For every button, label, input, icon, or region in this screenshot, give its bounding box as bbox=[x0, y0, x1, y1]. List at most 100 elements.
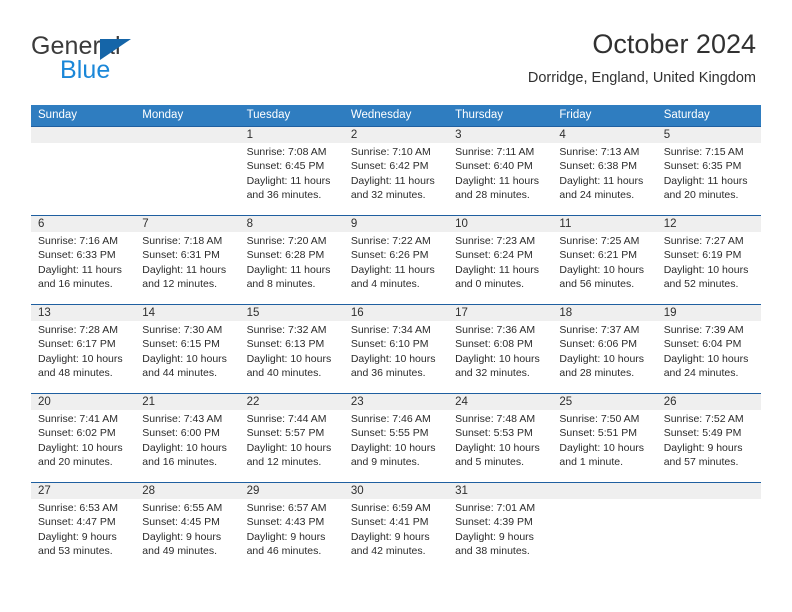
daylight-text-line1: Daylight: 10 hours bbox=[559, 263, 645, 276]
sunrise-text: Sunrise: 7:44 AM bbox=[246, 413, 327, 425]
day-cell[interactable]: 2 Sunrise: 7:10 AM Sunset: 6:42 PM Dayli… bbox=[344, 127, 448, 215]
daylight-text-line2: and 52 minutes. bbox=[663, 277, 739, 290]
page-title: October 2024 bbox=[592, 29, 756, 59]
day-cell[interactable]: 8 Sunrise: 7:20 AM Sunset: 6:28 PM Dayli… bbox=[240, 216, 344, 304]
day-cell[interactable]: 20 Sunrise: 7:41 AM Sunset: 6:02 PM Dayl… bbox=[31, 394, 135, 482]
sunset-text: Sunset: 5:55 PM bbox=[350, 427, 429, 440]
daylight-text-line2: and 53 minutes. bbox=[38, 544, 113, 557]
sunset-text: Sunset: 4:41 PM bbox=[350, 516, 429, 529]
daylight-text-line2: and 12 minutes. bbox=[142, 277, 217, 290]
day-number: 23 bbox=[350, 396, 364, 408]
day-cell[interactable]: 4 Sunrise: 7:13 AM Sunset: 6:38 PM Dayli… bbox=[552, 127, 656, 215]
daylight-text-line2: and 32 minutes. bbox=[350, 188, 426, 201]
sunrise-text: Sunrise: 7:36 AM bbox=[455, 324, 536, 336]
day-number: 22 bbox=[246, 396, 260, 408]
page-header: General Blue October 2024 Dorridge, Engl… bbox=[0, 0, 792, 100]
day-cell[interactable]: 11 Sunrise: 7:25 AM Sunset: 6:21 PM Dayl… bbox=[552, 216, 656, 304]
daylight-text-line2: and 57 minutes. bbox=[663, 455, 739, 468]
sunset-text: Sunset: 5:49 PM bbox=[663, 427, 742, 440]
daylight-text-line2: and 9 minutes. bbox=[350, 455, 420, 468]
day-number: 3 bbox=[455, 129, 462, 141]
day-cell[interactable]: 6 Sunrise: 7:16 AM Sunset: 6:33 PM Dayli… bbox=[31, 216, 135, 304]
day-info: Sunrise: 7:48 AM Sunset: 5:53 PM Dayligh… bbox=[455, 412, 552, 469]
day-cell[interactable]: 19 Sunrise: 7:39 AM Sunset: 6:04 PM Dayl… bbox=[657, 305, 761, 393]
day-cell[interactable]: 14 Sunrise: 7:30 AM Sunset: 6:15 PM Dayl… bbox=[135, 305, 239, 393]
sunset-text: Sunset: 6:35 PM bbox=[663, 160, 742, 173]
week-row: 6 Sunrise: 7:16 AM Sunset: 6:33 PM Dayli… bbox=[31, 215, 761, 304]
daylight-text-line2: and 12 minutes. bbox=[246, 455, 322, 468]
day-cell[interactable]: 16 Sunrise: 7:34 AM Sunset: 6:10 PM Dayl… bbox=[344, 305, 448, 393]
location-subtitle: Dorridge, England, United Kingdom bbox=[527, 70, 756, 86]
day-cell[interactable]: 23 Sunrise: 7:46 AM Sunset: 5:55 PM Dayl… bbox=[344, 394, 448, 482]
day-cell[interactable]: 10 Sunrise: 7:23 AM Sunset: 6:24 PM Dayl… bbox=[448, 216, 552, 304]
day-cell[interactable]: 29 Sunrise: 6:57 AM Sunset: 4:43 PM Dayl… bbox=[240, 483, 344, 571]
sunrise-text: Sunrise: 7:39 AM bbox=[663, 324, 744, 336]
day-cell[interactable]: 3 Sunrise: 7:11 AM Sunset: 6:40 PM Dayli… bbox=[448, 127, 552, 215]
day-cell[interactable]: 15 Sunrise: 7:32 AM Sunset: 6:13 PM Dayl… bbox=[240, 305, 344, 393]
day-info: Sunrise: 7:43 AM Sunset: 6:00 PM Dayligh… bbox=[142, 412, 239, 469]
daylight-text-line2: and 44 minutes. bbox=[142, 366, 217, 379]
weekday-header-tuesday: Tuesday bbox=[246, 109, 291, 121]
day-cell[interactable]: 22 Sunrise: 7:44 AM Sunset: 5:57 PM Dayl… bbox=[240, 394, 344, 482]
day-cell[interactable] bbox=[657, 483, 761, 571]
week-row: 13 Sunrise: 7:28 AM Sunset: 6:17 PM Dayl… bbox=[31, 304, 761, 393]
day-cell[interactable]: 21 Sunrise: 7:43 AM Sunset: 6:00 PM Dayl… bbox=[135, 394, 239, 482]
day-cell[interactable]: 17 Sunrise: 7:36 AM Sunset: 6:08 PM Dayl… bbox=[448, 305, 552, 393]
daylight-text-line1: Daylight: 9 hours bbox=[38, 530, 117, 543]
day-cell[interactable]: 25 Sunrise: 7:50 AM Sunset: 5:51 PM Dayl… bbox=[552, 394, 656, 482]
day-cell[interactable]: 9 Sunrise: 7:22 AM Sunset: 6:26 PM Dayli… bbox=[344, 216, 448, 304]
day-cell[interactable]: 31 Sunrise: 7:01 AM Sunset: 4:39 PM Dayl… bbox=[448, 483, 552, 571]
sunrise-text: Sunrise: 7:22 AM bbox=[350, 235, 431, 247]
day-number: 20 bbox=[38, 396, 51, 408]
daylight-text-line1: Daylight: 11 hours bbox=[350, 263, 435, 276]
sunrise-text: Sunrise: 6:55 AM bbox=[142, 502, 223, 514]
daylight-text-line2: and 4 minutes. bbox=[350, 277, 420, 290]
sunrise-text: Sunrise: 7:46 AM bbox=[350, 413, 431, 425]
day-info: Sunrise: 7:08 AM Sunset: 6:45 PM Dayligh… bbox=[247, 145, 344, 202]
daylight-text-line1: Daylight: 10 hours bbox=[663, 263, 749, 276]
sunrise-text: Sunrise: 7:50 AM bbox=[559, 413, 640, 425]
day-number bbox=[38, 127, 135, 143]
day-info: Sunrise: 7:22 AM Sunset: 6:26 PM Dayligh… bbox=[351, 234, 448, 291]
daylight-text-line1: Daylight: 10 hours bbox=[455, 352, 540, 365]
weekday-header-thursday: Thursday bbox=[455, 109, 504, 121]
sunrise-text: Sunrise: 7:30 AM bbox=[142, 324, 223, 336]
daylight-text-line2: and 16 minutes. bbox=[38, 277, 113, 290]
sunset-text: Sunset: 6:38 PM bbox=[559, 160, 638, 173]
daylight-text-line1: Daylight: 9 hours bbox=[455, 530, 534, 543]
day-cell[interactable]: 28 Sunrise: 6:55 AM Sunset: 4:45 PM Dayl… bbox=[135, 483, 239, 571]
day-info: Sunrise: 7:28 AM Sunset: 6:17 PM Dayligh… bbox=[38, 323, 135, 380]
sunset-text: Sunset: 5:51 PM bbox=[559, 427, 638, 440]
day-cell[interactable]: 24 Sunrise: 7:48 AM Sunset: 5:53 PM Dayl… bbox=[448, 394, 552, 482]
day-info: Sunrise: 7:30 AM Sunset: 6:15 PM Dayligh… bbox=[142, 323, 239, 380]
day-cell[interactable] bbox=[31, 127, 135, 215]
daylight-text-line1: Daylight: 10 hours bbox=[350, 352, 436, 365]
weekday-header-monday: Monday bbox=[142, 109, 184, 121]
day-number bbox=[559, 483, 656, 499]
day-cell[interactable]: 1 Sunrise: 7:08 AM Sunset: 6:45 PM Dayli… bbox=[240, 127, 344, 215]
day-cell[interactable]: 5 Sunrise: 7:15 AM Sunset: 6:35 PM Dayli… bbox=[657, 127, 761, 215]
day-cell[interactable]: 18 Sunrise: 7:37 AM Sunset: 6:06 PM Dayl… bbox=[552, 305, 656, 393]
weekday-header-wednesday: Wednesday bbox=[350, 109, 412, 121]
day-cell[interactable]: 12 Sunrise: 7:27 AM Sunset: 6:19 PM Dayl… bbox=[657, 216, 761, 304]
daylight-text-line1: Daylight: 9 hours bbox=[246, 530, 326, 543]
day-cell[interactable]: 30 Sunrise: 6:59 AM Sunset: 4:41 PM Dayl… bbox=[344, 483, 448, 571]
day-number: 24 bbox=[455, 396, 468, 408]
daylight-text-line2: and 16 minutes. bbox=[142, 455, 217, 468]
day-number: 11 bbox=[559, 218, 572, 230]
daylight-text-line1: Daylight: 10 hours bbox=[559, 352, 645, 365]
day-cell[interactable]: 26 Sunrise: 7:52 AM Sunset: 5:49 PM Dayl… bbox=[657, 394, 761, 482]
day-cell[interactable] bbox=[135, 127, 239, 215]
sunrise-text: Sunrise: 6:57 AM bbox=[246, 502, 327, 514]
day-cell[interactable]: 27 Sunrise: 6:53 AM Sunset: 4:47 PM Dayl… bbox=[31, 483, 135, 571]
sunrise-text: Sunrise: 7:34 AM bbox=[350, 324, 431, 336]
day-number: 4 bbox=[559, 129, 566, 141]
day-cell[interactable]: 7 Sunrise: 7:18 AM Sunset: 6:31 PM Dayli… bbox=[135, 216, 239, 304]
sunset-text: Sunset: 4:47 PM bbox=[38, 516, 116, 529]
day-cell[interactable]: 13 Sunrise: 7:28 AM Sunset: 6:17 PM Dayl… bbox=[31, 305, 135, 393]
day-number: 8 bbox=[246, 218, 253, 230]
daylight-text-line2: and 8 minutes. bbox=[246, 277, 316, 290]
weekday-header-friday: Friday bbox=[559, 109, 592, 121]
day-cell[interactable] bbox=[552, 483, 656, 571]
day-number bbox=[664, 483, 761, 499]
